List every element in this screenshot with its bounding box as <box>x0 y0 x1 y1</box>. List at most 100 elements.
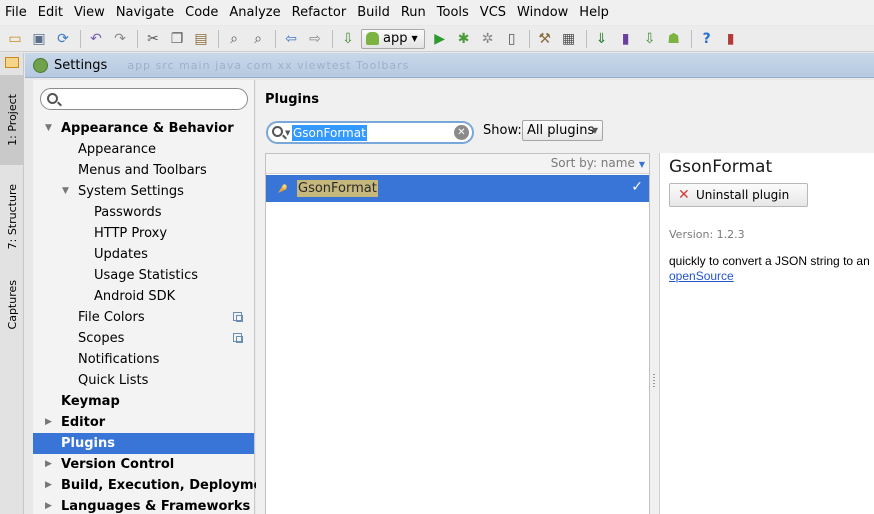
sync-icon[interactable]: ⟳ <box>52 28 74 50</box>
clear-search-icon[interactable]: ✕ <box>454 125 469 140</box>
copy-icon[interactable]: ❐ <box>166 28 188 50</box>
menu-bar: File Edit View Navigate Code Analyze Refactor B… <box>0 0 874 25</box>
tree-item-system-settings[interactable]: ▼ System Settings <box>33 181 254 202</box>
expand-arrow-icon[interactable]: ▼ <box>62 181 72 202</box>
tab-captures[interactable]: Captures <box>0 269 24 341</box>
tab-project[interactable]: 1: Project <box>0 75 24 165</box>
toolbar-separator <box>137 29 138 48</box>
redo-icon[interactable]: ↷ <box>109 28 131 50</box>
tab-project-label: 1: Project <box>5 94 19 146</box>
show-filter-label: Show: <box>483 123 522 138</box>
tree-item-plugins[interactable]: Plugins <box>33 433 254 454</box>
make-project-icon[interactable]: ⇩ <box>337 28 359 50</box>
tree-item-file-colors[interactable]: File Colors <box>33 307 254 328</box>
tree-item-label: Languages & Frameworks <box>61 499 251 514</box>
tree-item-appearance[interactable]: Appearance <box>33 139 254 160</box>
uninstall-plugin-button[interactable]: ✕ Uninstall plugin <box>669 183 808 207</box>
sort-bar: Sort by: name ▼ <box>266 154 649 174</box>
forward-icon[interactable]: ⇨ <box>304 28 326 50</box>
gradle-sync-icon[interactable]: ⇓ <box>591 28 613 50</box>
enabled-checkbox[interactable]: ✓ <box>631 179 643 195</box>
search-icon <box>272 126 283 137</box>
tree-item-updates[interactable]: Updates <box>33 244 254 265</box>
tree-item-notifications[interactable]: Notifications <box>33 349 254 370</box>
find-icon[interactable]: ⌕ <box>223 28 245 50</box>
tree-item-quick-lists[interactable]: Quick Lists <box>33 370 254 391</box>
tree-item-menus-and-toolbars[interactable]: Menus and Toolbars <box>33 160 254 181</box>
tree-item-scopes[interactable]: Scopes <box>33 328 254 349</box>
replace-icon[interactable]: ⌕ <box>247 28 269 50</box>
tree-item-build-execution-deployment[interactable]: ▶ Build, Execution, Deployment <box>33 475 278 496</box>
project-structure-icon[interactable]: ⚒ <box>534 28 556 50</box>
menu-item-navigate[interactable]: Navigate <box>111 0 180 25</box>
tree-item-appearance-behavior[interactable]: ▼ Appearance & Behavior <box>33 118 254 139</box>
collapse-arrow-icon[interactable]: ▶ <box>45 454 55 475</box>
tree-item-label: Keymap <box>61 394 120 409</box>
collapse-arrow-icon[interactable]: ▶ <box>45 475 55 496</box>
tool-window-strip: 1: Project 7: Structure Captures <box>0 53 24 514</box>
menu-item-run[interactable]: Run <box>396 0 432 25</box>
show-filter-select[interactable]: All plugins ▼ <box>522 120 603 141</box>
tree-item-keymap[interactable]: Keymap <box>33 391 254 412</box>
expand-arrow-icon[interactable]: ▼ <box>45 118 55 139</box>
avd-manager-icon[interactable]: ▮ <box>615 28 637 50</box>
plugin-search-input[interactable]: ▼ GsonFormat ✕ <box>266 121 474 144</box>
undo-icon[interactable]: ↶ <box>85 28 107 50</box>
tree-item-languages-frameworks[interactable]: ▶ Languages & Frameworks <box>33 496 254 514</box>
tree-item-label: File Colors <box>78 310 145 325</box>
tree-item-http-proxy[interactable]: HTTP Proxy <box>33 223 254 244</box>
open-folder-icon[interactable]: ▭ <box>4 28 26 50</box>
search-icon <box>47 93 58 104</box>
menu-item-help[interactable]: Help <box>574 0 615 25</box>
run-config-select[interactable]: app ▼ <box>361 28 425 49</box>
menu-item-vcs[interactable]: VCS <box>475 0 512 25</box>
menu-item-build[interactable]: Build <box>352 0 396 25</box>
open-source-link[interactable]: openSource <box>669 269 734 283</box>
search-history-chevron-icon[interactable]: ▼ <box>285 129 290 137</box>
menu-item-analyze[interactable]: Analyze <box>224 0 286 25</box>
menu-item-code[interactable]: Code <box>180 0 224 25</box>
tree-item-passwords[interactable]: Passwords <box>33 202 254 223</box>
toolbar-separator <box>275 29 276 48</box>
tree-item-label: Android SDK <box>94 289 176 304</box>
menu-item-refactor[interactable]: Refactor <box>287 0 353 25</box>
android-monitor-icon[interactable]: ☗ <box>663 28 685 50</box>
help-icon[interactable]: ? <box>696 28 718 50</box>
tree-item-version-control[interactable]: ▶ Version Control <box>33 454 254 475</box>
tab-structure[interactable]: 7: Structure <box>0 171 24 263</box>
layout-icon[interactable]: ▦ <box>558 28 580 50</box>
back-icon[interactable]: ⇦ <box>280 28 302 50</box>
page-title: Plugins <box>265 92 319 107</box>
menu-item-window[interactable]: Window <box>512 0 574 25</box>
save-icon[interactable]: ▣ <box>28 28 50 50</box>
tree-item-label: Usage Statistics <box>94 268 199 283</box>
sdk-manager-icon[interactable]: ⇩ <box>639 28 661 50</box>
list-item[interactable]: GsonFormat ✓ <box>266 175 649 202</box>
tree-item-label: HTTP Proxy <box>94 226 168 241</box>
sort-label: Sort by: name <box>550 156 635 170</box>
run-icon[interactable]: ▶ <box>429 28 451 50</box>
plugin-icon[interactable]: ▮ <box>720 28 742 50</box>
tree-item-editor[interactable]: ▶ Editor <box>33 412 254 433</box>
tree-item-usage-statistics[interactable]: Usage Statistics <box>33 265 254 286</box>
main-toolbar: ▭ ▣ ⟳ ↶ ↷ ✂ ❐ ▤ ⌕ ⌕ ⇦ ⇨ ⇩ app ▼ ▶ ✱ ✲ ▯ … <box>0 26 874 52</box>
debug-icon[interactable]: ✱ <box>453 28 475 50</box>
tree-item-label: Build, Execution, Deployment <box>61 478 278 493</box>
menu-item-view[interactable]: View <box>69 0 111 25</box>
cut-icon[interactable]: ✂ <box>142 28 164 50</box>
collapse-arrow-icon[interactable]: ▶ <box>45 496 55 514</box>
settings-tree: ▼ Appearance & Behavior Appearance Menus an… <box>33 80 278 514</box>
settings-search-input[interactable] <box>40 88 248 110</box>
menu-item-file[interactable]: File <box>0 0 33 25</box>
collapse-arrow-icon[interactable]: ▶ <box>45 412 55 433</box>
paste-icon[interactable]: ▤ <box>190 28 212 50</box>
tree-item-android-sdk[interactable]: Android SDK <box>33 286 254 307</box>
splitter-handle[interactable] <box>650 153 659 514</box>
attach-debugger-icon[interactable]: ✲ <box>477 28 499 50</box>
device-icon[interactable]: ▯ <box>501 28 523 50</box>
sort-by-dropdown[interactable]: Sort by: name ▼ <box>551 156 645 170</box>
menu-item-tools[interactable]: Tools <box>432 0 475 25</box>
show-filter-value: All plugins <box>527 123 595 138</box>
plugin-detail: GsonFormat ✕ Uninstall plugin Version: 1… <box>659 153 874 514</box>
menu-item-edit[interactable]: Edit <box>33 0 69 25</box>
